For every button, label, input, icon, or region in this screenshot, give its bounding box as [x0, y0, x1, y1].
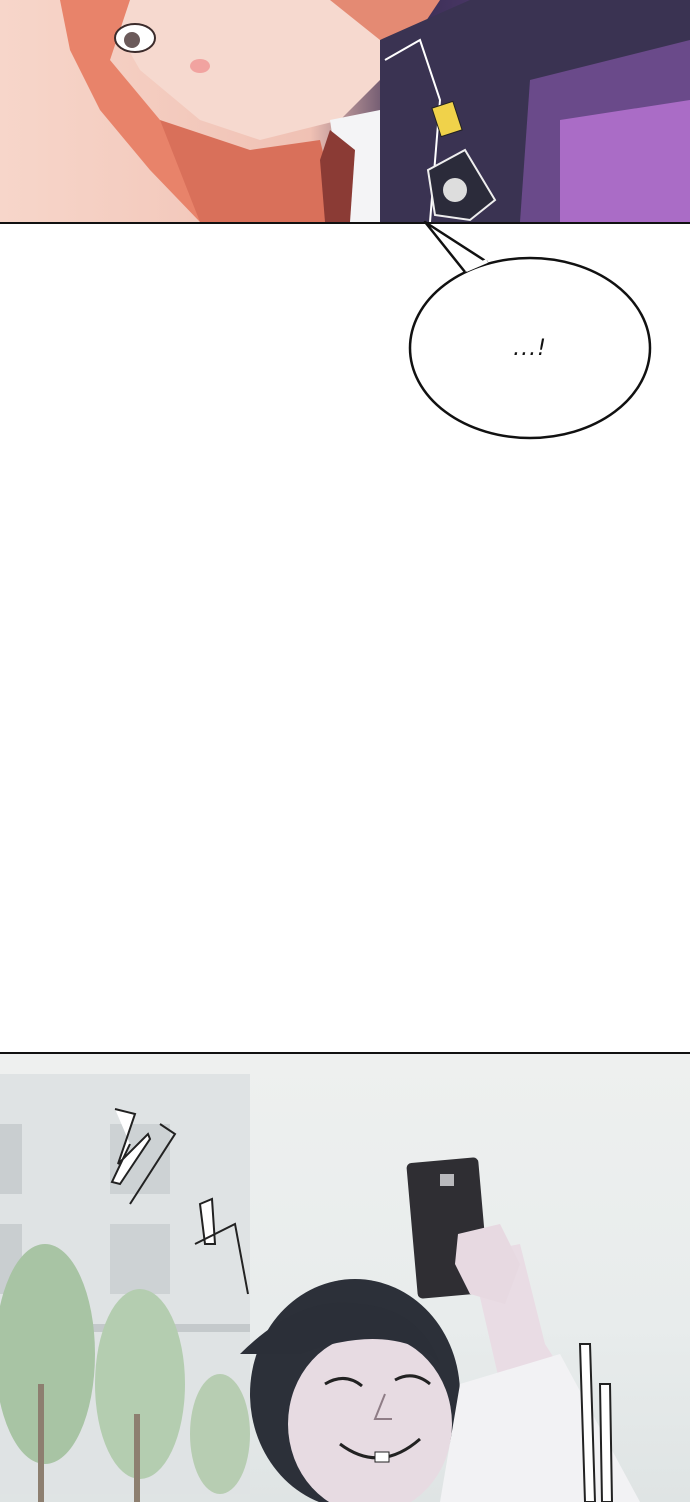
man-with-phone-illustration: [0, 1074, 640, 1502]
bottom-comic-panel: [0, 1052, 690, 1502]
speech-bubble-text: ...!: [513, 335, 547, 361]
